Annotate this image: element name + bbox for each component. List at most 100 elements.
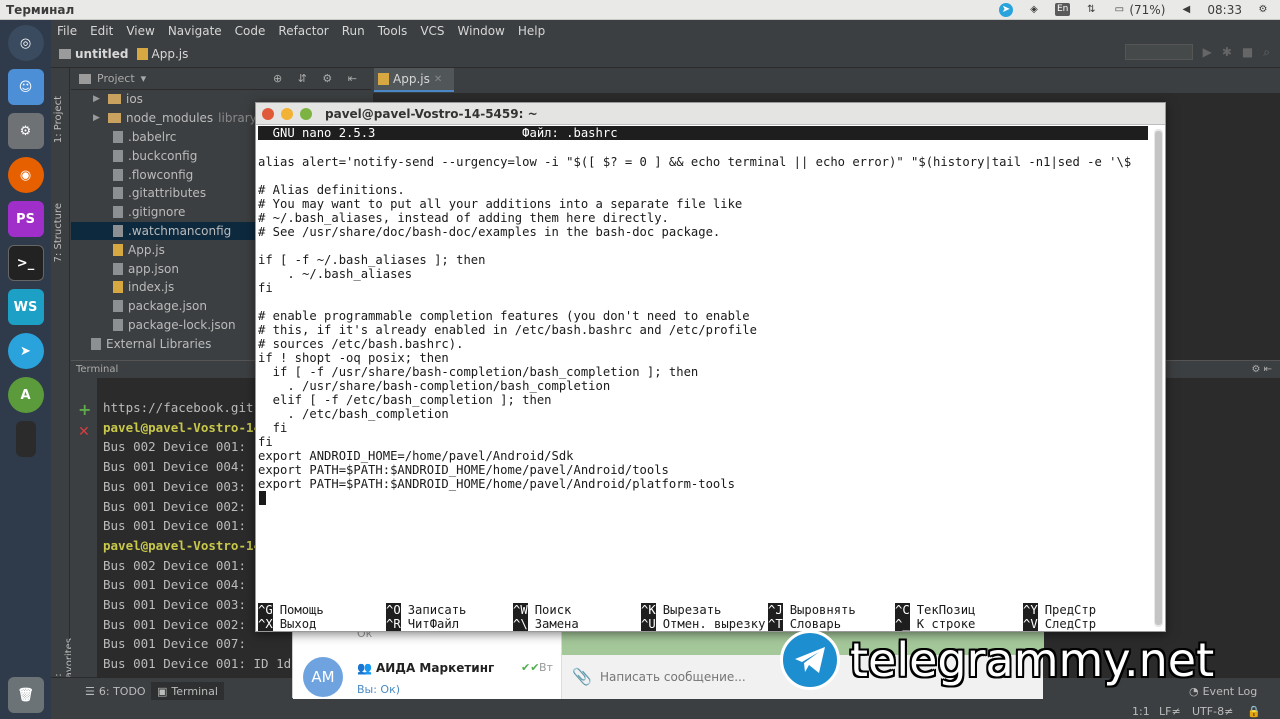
expand-arrow-icon[interactable]: ▶: [93, 113, 103, 123]
shortcut-key: ^X: [258, 617, 273, 631]
line-separator[interactable]: LF≠: [1153, 702, 1187, 719]
close-window-button[interactable]: [262, 107, 274, 120]
minimize-window-button[interactable]: [281, 107, 293, 120]
ubuntu-dash-icon[interactable]: ◎: [7, 25, 44, 61]
firefox-icon[interactable]: ◉: [7, 157, 44, 193]
terminal-icon[interactable]: >_: [7, 245, 44, 281]
shortcut-label: Поиск: [534, 603, 572, 617]
nano-text-line: if ! shopt -oq posix; then: [258, 351, 449, 365]
shortcut-label: Помощь: [279, 603, 324, 617]
nano-text-line: export ANDROID_HOME=/home/pavel/Android/…: [258, 449, 574, 463]
search-everywhere-icon[interactable]: ⌕: [1263, 45, 1270, 60]
scrollbar-thumb[interactable]: [1155, 131, 1162, 625]
menu-view[interactable]: View: [126, 24, 154, 38]
breadcrumb-project[interactable]: untitled: [59, 47, 129, 61]
shortcut-key: ^G: [258, 603, 273, 617]
clock[interactable]: 08:33: [1207, 3, 1242, 17]
structure-tool-tab[interactable]: 7: Structure: [53, 203, 64, 262]
terminal-tool-tab[interactable]: ▣ Terminal: [151, 682, 224, 700]
android-studio-icon[interactable]: A: [7, 377, 44, 413]
file-icon: [113, 281, 123, 294]
nano-text-line: . /etc/bash_completion: [258, 407, 449, 421]
close-tab-icon[interactable]: ✕: [434, 74, 442, 85]
menu-tools[interactable]: Tools: [378, 24, 408, 38]
terminal-output-line: Bus 001 Device 004:: [103, 577, 246, 593]
breadcrumb-file[interactable]: App.js: [136, 47, 189, 61]
shortcut-label: ТекПозиц: [916, 603, 976, 617]
dropbox-tray-icon[interactable]: ◈: [1027, 3, 1041, 17]
chat-item-aida[interactable]: 👥 АИДА Маркетинг: [357, 661, 494, 675]
stop-icon[interactable]: ■: [1242, 45, 1253, 59]
phpstorm-icon[interactable]: PS: [7, 201, 44, 237]
menu-help[interactable]: Help: [518, 24, 545, 38]
file-name: App.js: [151, 47, 189, 61]
terminal-scrollbar[interactable]: [1154, 129, 1163, 627]
shortcut-key: ^\: [513, 617, 528, 631]
nano-text-line: # this, if it's already enabled in /etc/…: [258, 323, 757, 337]
menu-navigate[interactable]: Navigate: [168, 24, 222, 38]
menu-code[interactable]: Code: [235, 24, 266, 38]
nano-text-line: alias alert='notify-send --urgency=low -…: [258, 155, 1132, 169]
watermark: telegrammy.net: [780, 625, 1270, 695]
shortcut-key: ^O: [386, 603, 401, 617]
settings-gear-icon[interactable]: ⚙: [1256, 3, 1270, 17]
system-settings-icon[interactable]: ⚙: [7, 113, 44, 149]
menu-edit[interactable]: Edit: [90, 24, 113, 38]
menu-run[interactable]: Run: [342, 24, 365, 38]
file-encoding[interactable]: UTF-8≠: [1186, 702, 1239, 719]
avatar[interactable]: AM: [303, 657, 343, 697]
nano-text-line: # Alias definitions.: [258, 183, 405, 197]
run-icon[interactable]: ▶: [1203, 45, 1212, 59]
tree-item-label: .watchmanconfig: [128, 223, 232, 238]
keyboard-layout-indicator[interactable]: En: [1054, 3, 1071, 16]
menu-window[interactable]: Window: [458, 24, 505, 38]
attach-paperclip-icon[interactable]: 📎: [572, 667, 592, 686]
phone-device-icon[interactable]: [15, 421, 36, 457]
battery-icon: ▭: [1114, 4, 1125, 15]
tree-item-label: External Libraries: [106, 336, 212, 351]
maximize-window-button[interactable]: [300, 107, 312, 120]
nano-text-line: fi: [258, 421, 288, 435]
shortcut-label: Вырезать: [662, 603, 722, 617]
menu-file[interactable]: File: [57, 24, 77, 38]
navigation-bar: untitled App.js: [51, 41, 1280, 68]
trash-icon[interactable]: 🗑: [7, 677, 44, 713]
terminal-output-line: Bus 001 Device 003:: [103, 597, 246, 612]
todo-tool-tab[interactable]: ☰ 6: TODO: [79, 682, 152, 700]
terminal-label: Terminal: [171, 684, 218, 698]
panel-actions[interactable]: ⊕ ⇵ ⚙ ⇤: [273, 72, 363, 85]
terminal-output-line: Bus 001 Device 007:: [103, 636, 246, 652]
webstorm-icon[interactable]: WS: [7, 289, 44, 325]
tree-item-label: ios: [126, 92, 143, 107]
terminal-header-label: Terminal: [76, 364, 119, 375]
chevron-down-icon[interactable]: ▾: [141, 72, 147, 85]
volume-icon[interactable]: ◀: [1179, 3, 1193, 17]
nano-editor[interactable]: GNU nano 2.5.3 Файл: .bashrc alias alert…: [257, 125, 1154, 631]
caret-position[interactable]: 1:1: [1126, 702, 1156, 719]
nano-text-line: export PATH=$PATH:$ANDROID_HOME/home/pav…: [258, 463, 669, 477]
terminal-settings-icon[interactable]: ⚙ ⇤: [1251, 364, 1272, 375]
close-session-icon[interactable]: ✕: [78, 424, 90, 440]
menu-refactor[interactable]: Refactor: [278, 24, 328, 38]
telegram-logo-icon: [780, 630, 840, 690]
file-icon: [113, 318, 123, 331]
telegram-tray-icon[interactable]: ➤: [998, 2, 1013, 17]
battery-indicator[interactable]: ▭ (71%): [1112, 3, 1166, 17]
network-icon[interactable]: ⇅: [1084, 3, 1098, 17]
expand-arrow-icon[interactable]: ▶: [93, 94, 103, 104]
project-tool-tab[interactable]: 1: Project: [53, 96, 64, 143]
nano-text-line: . /usr/share/bash-completion/bash_comple…: [258, 379, 611, 393]
folder-icon: [59, 49, 71, 59]
tree-item-label: .gitignore: [128, 205, 186, 220]
debug-icon[interactable]: ✱: [1222, 45, 1232, 59]
tree-item-label: .buckconfig: [128, 148, 198, 163]
finder-icon[interactable]: ☺: [7, 69, 44, 105]
run-configuration-select[interactable]: [1124, 44, 1193, 60]
lock-icon[interactable]: 🔒: [1241, 702, 1267, 719]
telegram-launcher-icon[interactable]: ➤: [7, 333, 44, 369]
menu-vcs[interactable]: VCS: [420, 24, 444, 38]
editor-tab-app-js[interactable]: App.js ✕: [374, 68, 454, 92]
new-session-plus-icon[interactable]: +: [78, 400, 91, 419]
todo-icon: ☰: [85, 684, 95, 698]
project-view-label[interactable]: Project: [97, 72, 135, 85]
